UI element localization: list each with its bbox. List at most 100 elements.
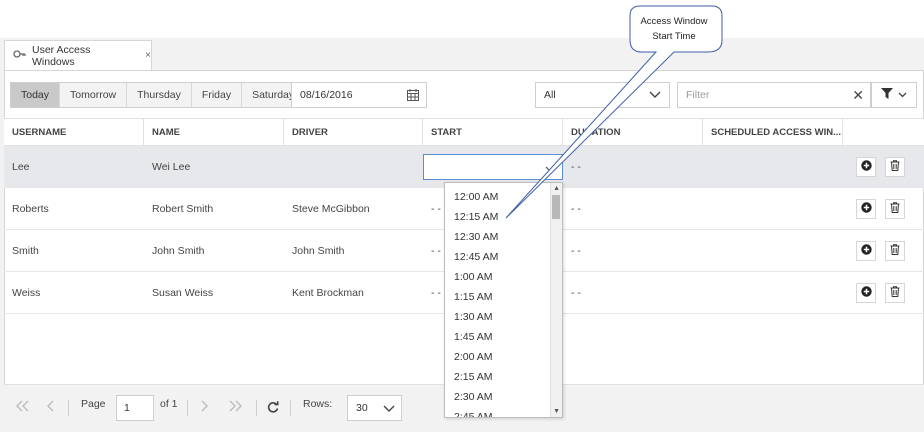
table-header: USERNAME NAME DRIVER START DURATION SCHE… [4,118,924,146]
cell-duration: - - [571,161,581,173]
start-time-select[interactable] [423,154,563,180]
cell-duration: - - [571,245,581,257]
time-option[interactable]: 2:15 AM [445,367,562,387]
cell-start: - - [431,287,441,299]
chevron-down-icon [898,89,907,101]
add-icon [860,160,872,174]
add-icon [860,202,872,216]
cell-start: - - [431,245,441,257]
divider [187,400,188,416]
date-picker[interactable]: 08/16/2016 [291,82,427,108]
cell-driver [284,146,292,188]
dropdown-scrollbar[interactable]: ▲ ▼ [550,183,562,417]
calendar-icon[interactable] [407,89,419,104]
refresh-icon[interactable] [267,401,279,416]
cell-driver: Steve McGibbon [292,203,370,215]
cell-username: Roberts [12,203,49,215]
scrollbar-thumb[interactable] [552,195,560,219]
cell-duration: - - [571,287,581,299]
day-button-friday[interactable]: Friday [192,83,243,107]
divider [68,400,69,416]
start-time-dropdown: 12:00 AM 12:15 AM 12:30 AM 12:45 AM 1:00… [444,182,563,418]
time-option[interactable]: 1:00 AM [445,267,562,287]
filter-options-button[interactable] [871,82,917,108]
tab-icon [13,49,26,62]
date-value: 08/16/2016 [300,89,353,101]
time-option[interactable]: 12:30 AM [445,227,562,247]
delete-button[interactable] [885,283,905,303]
day-button-today[interactable]: Today [11,83,61,107]
page-number-input[interactable]: 1 [116,395,154,421]
rows-per-page-select[interactable]: 30 [347,395,402,421]
trash-icon [890,202,900,216]
cell-duration: - - [571,203,581,215]
scroll-down-icon[interactable]: ▼ [553,408,560,415]
column-header-name[interactable]: NAME [144,119,284,146]
first-page-icon[interactable] [16,400,30,415]
time-option[interactable]: 1:30 AM [445,307,562,327]
day-button-thursday[interactable]: Thursday [127,83,192,107]
day-selector: Today Tomorrow Thursday Friday Saturday [10,82,306,108]
delete-button[interactable] [885,157,905,177]
column-header-driver[interactable]: DRIVER [284,119,423,146]
add-button[interactable] [856,199,876,219]
last-page-icon[interactable] [228,400,242,415]
time-option[interactable]: 2:45 AM [445,407,562,417]
time-option[interactable]: 12:15 AM [445,207,562,227]
chevron-down-icon [545,163,554,175]
add-button[interactable] [856,241,876,261]
scope-select-value: All [544,89,556,101]
cell-name: Robert Smith [152,203,214,215]
rows-per-page-value: 30 [356,402,368,414]
trash-icon [890,160,900,174]
delete-button[interactable] [885,199,905,219]
tab-close-icon[interactable]: × [145,50,151,61]
time-option[interactable]: 1:15 AM [445,287,562,307]
cell-name: John Smith [152,245,205,257]
time-option[interactable]: 2:30 AM [445,387,562,407]
trash-icon [890,286,900,300]
time-option[interactable]: 12:45 AM [445,247,562,267]
tab-user-access-windows[interactable]: User Access Windows × [4,40,152,70]
cell-name: Wei Lee [152,161,191,173]
rows-label: Rows: [303,398,333,410]
page-label: Page [81,398,106,410]
filter-input[interactable] [678,83,838,107]
add-button[interactable] [856,283,876,303]
cell-start: - - [431,203,441,215]
column-header-scheduled-access-windows[interactable]: SCHEDULED ACCESS WIN... [703,119,843,146]
day-button-tomorrow[interactable]: Tomorrow [60,83,128,107]
tab-label: User Access Windows [32,43,91,68]
add-icon [860,244,872,258]
column-header-start[interactable]: START [423,119,563,146]
divider [290,400,291,416]
cell-name: Susan Weiss [152,287,214,299]
cell-username: Smith [12,245,39,257]
cell-driver: John Smith [292,245,345,257]
add-icon [860,286,872,300]
callout-line-2: Start Time [652,31,696,42]
chevron-down-icon [649,90,661,102]
cell-driver: Kent Brockman [292,287,364,299]
trash-icon [890,244,900,258]
next-page-icon[interactable] [200,400,208,415]
prev-page-icon[interactable] [47,400,55,415]
time-option[interactable]: 1:45 AM [445,327,562,347]
filter-box: ✕ [677,82,871,108]
chevron-down-icon [383,404,395,416]
column-header-username[interactable]: USERNAME [4,119,144,146]
column-header-duration[interactable]: DURATION [563,119,703,146]
time-option[interactable]: 12:00 AM [445,187,562,207]
callout-text: Access Window Start Time [628,14,720,44]
delete-button[interactable] [885,241,905,261]
divider [256,400,257,416]
add-button[interactable] [856,157,876,177]
cell-username: Weiss [12,287,41,299]
scope-select[interactable]: All [535,82,670,108]
clear-icon[interactable]: ✕ [852,87,864,104]
time-option[interactable]: 2:00 AM [445,347,562,367]
cell-username: Lee [12,161,30,173]
callout-line-1: Access Window [640,16,708,27]
funnel-icon [881,88,893,102]
scroll-up-icon[interactable]: ▲ [553,185,560,192]
